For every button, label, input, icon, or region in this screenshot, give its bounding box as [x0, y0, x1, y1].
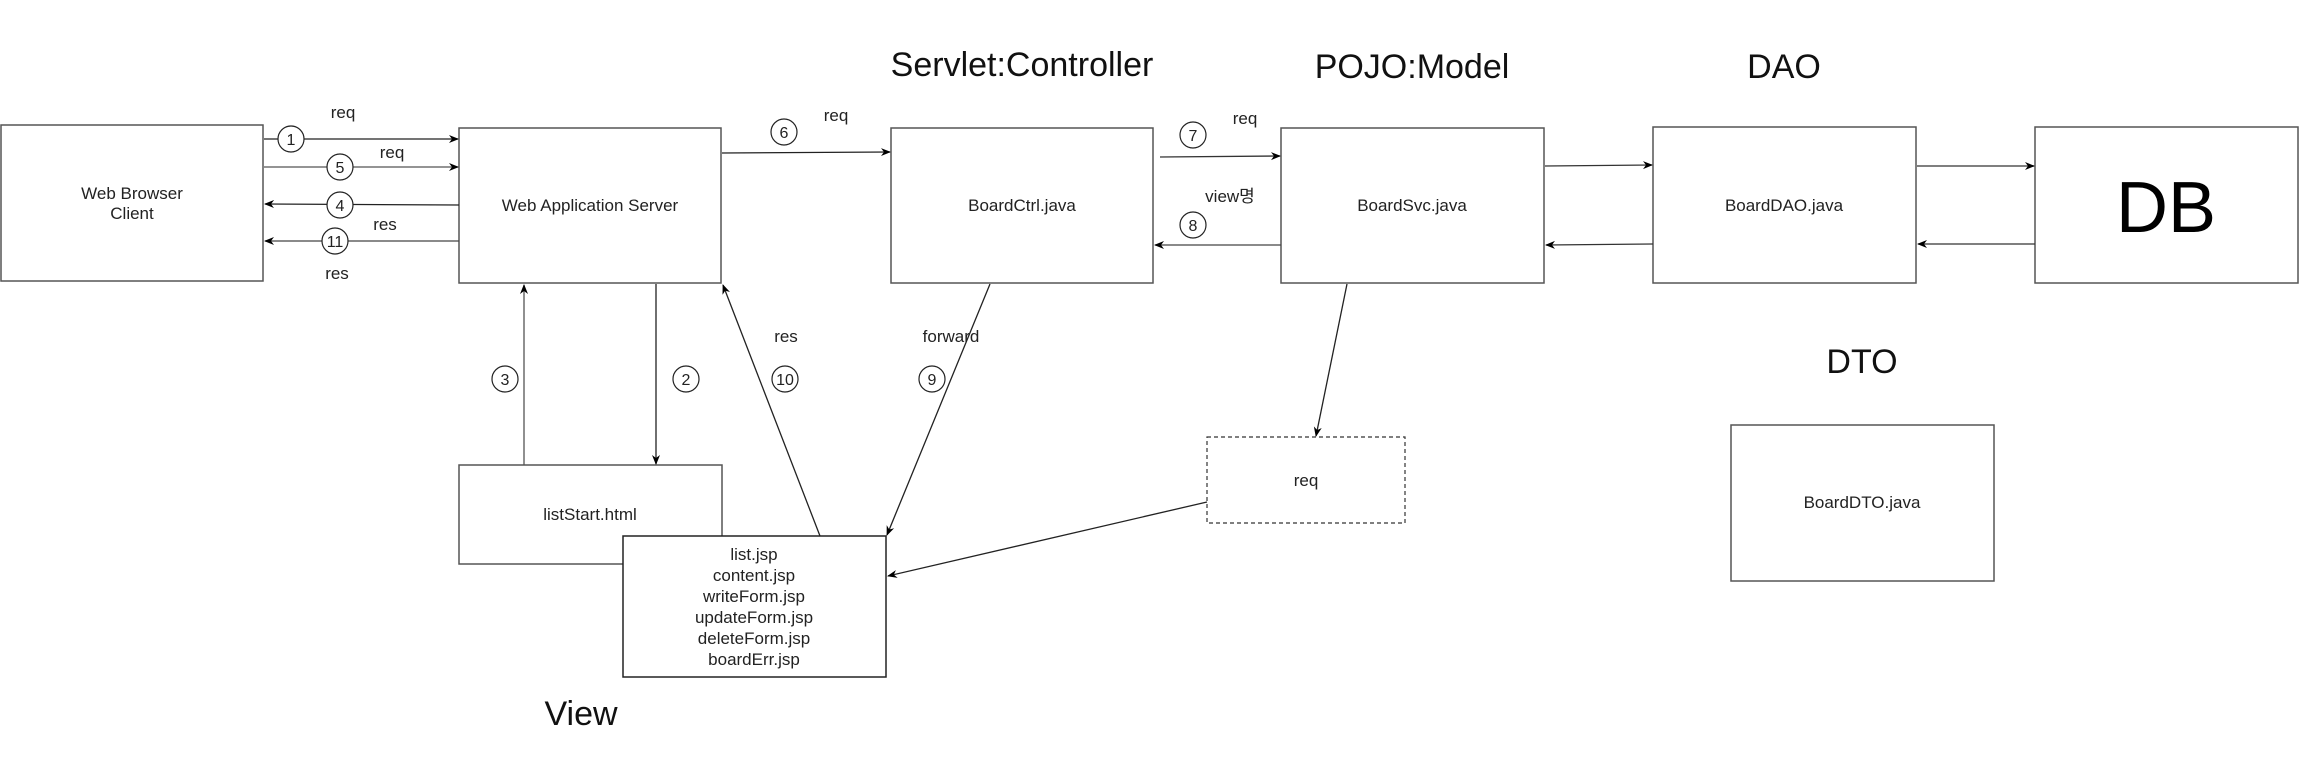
was-label: Web Application Server [502, 196, 679, 215]
svc-box[interactable]: BoardSvc.java [1280, 127, 1545, 284]
step-badge-5: 5 [326, 153, 354, 181]
arrow-req-6 [721, 148, 891, 157]
jsp-file: content.jsp [713, 566, 795, 585]
was-box[interactable]: Web Application Server [458, 127, 722, 284]
jsp-file: deleteForm.jsp [698, 629, 810, 648]
arrow-res-4 [264, 200, 460, 209]
edge-label-res-10: res [774, 327, 798, 346]
arrow-req-7 [1159, 152, 1281, 161]
step-badge-6: 6 [770, 118, 798, 146]
title-controller: Servlet:Controller [891, 46, 1154, 84]
jsp-file: list.jsp [730, 545, 777, 564]
edge-label-req-1: req [331, 103, 356, 122]
edge-label-res-4: res [373, 215, 397, 234]
db-box[interactable]: DB [2034, 126, 2299, 284]
svg-text:2: 2 [682, 372, 691, 389]
arrow-res-10 [722, 284, 821, 537]
dao-label: BoardDAO.java [1725, 196, 1844, 215]
dao-box[interactable]: BoardDAO.java [1652, 126, 1917, 284]
svg-text:6: 6 [780, 125, 789, 142]
svg-text:3: 3 [501, 372, 510, 389]
step-badge-9: 9 [918, 365, 946, 393]
svg-text:9: 9 [928, 372, 937, 389]
svg-text:5: 5 [336, 160, 345, 177]
svg-text:10: 10 [776, 372, 794, 389]
jsp-file: boardErr.jsp [708, 650, 800, 669]
title-dto: DTO [1826, 343, 1897, 381]
req-object-label: req [1294, 471, 1319, 490]
db-label: DB [2116, 168, 2216, 248]
step-badge-10: 10 [771, 365, 799, 393]
step-badge-4: 4 [326, 191, 354, 219]
dto-box[interactable]: BoardDTO.java [1730, 424, 1995, 582]
jsp-file: updateForm.jsp [695, 608, 813, 627]
edge-label-res-11: res [325, 264, 349, 283]
svg-text:1: 1 [287, 132, 296, 149]
jsp-files-box[interactable]: list.jsp content.jsp writeForm.jsp updat… [622, 535, 887, 678]
ctrl-box[interactable]: BoardCtrl.java [890, 127, 1154, 284]
step-badge-11: 11 [321, 227, 349, 255]
architecture-diagram: Servlet:Controller POJO:Model DAO DTO Vi… [0, 46, 2299, 733]
svc-label: BoardSvc.java [1357, 196, 1467, 215]
step-badge-3: 3 [491, 365, 519, 393]
step-badge-1: 1 [277, 125, 305, 153]
client-label-line2: Client [110, 204, 154, 223]
arrow-svc-to-req [1313, 283, 1348, 437]
edge-label-forward-9: forward [923, 327, 980, 346]
title-dao: DAO [1747, 48, 1821, 86]
svg-text:7: 7 [1189, 128, 1198, 145]
step-badge-7: 7 [1179, 121, 1207, 149]
liststart-label: listStart.html [543, 505, 637, 524]
edge-label-req-7: req [1233, 109, 1258, 128]
arrow-req-to-jsp [887, 501, 1208, 578]
title-model: POJO:Model [1315, 48, 1510, 86]
step-badge-8: 8 [1179, 211, 1207, 239]
svg-text:8: 8 [1189, 218, 1198, 235]
arrow-svc-to-dao [1544, 161, 1653, 170]
edge-label-view-8: view명 [1205, 187, 1255, 206]
edge-label-req-5: req [380, 143, 405, 162]
svg-text:11: 11 [327, 234, 344, 251]
edge-label-req-6: req [824, 106, 849, 125]
svg-text:4: 4 [336, 198, 345, 215]
arrow-forward-9 [886, 283, 991, 536]
client-label-line1: Web Browser [81, 184, 183, 203]
step-badge-2: 2 [672, 365, 700, 393]
client-box[interactable]: Web Browser Client [0, 124, 264, 282]
ctrl-label: BoardCtrl.java [968, 196, 1076, 215]
jsp-file: writeForm.jsp [702, 587, 805, 606]
req-object-box[interactable]: req [1206, 436, 1406, 524]
dto-label: BoardDTO.java [1804, 493, 1921, 512]
arrow-dao-to-svc [1545, 240, 1654, 249]
title-view: View [544, 695, 618, 733]
